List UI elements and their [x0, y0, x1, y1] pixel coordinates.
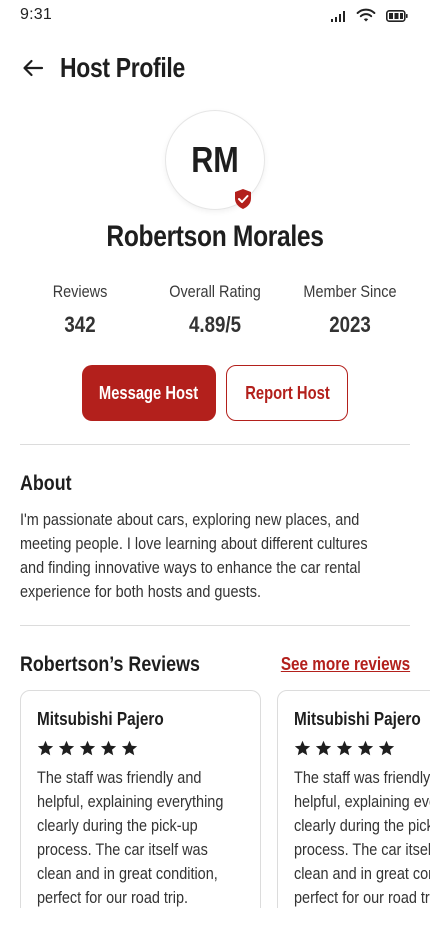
report-host-label: Report Host [244, 382, 330, 403]
avatar-initials: RM [191, 139, 239, 180]
star-icon [121, 740, 138, 756]
message-host-button[interactable]: Message Host [82, 365, 216, 421]
review-rating [37, 740, 244, 756]
host-name: Robertson Morales [106, 220, 324, 253]
host-stats: Reviews 342 Overall Rating 4.89/5 Member… [0, 282, 430, 342]
stat-label: Reviews [52, 282, 108, 301]
about-text: I'm passionate about cars, exploring new… [20, 510, 368, 601]
stat-value: 2023 [329, 312, 371, 337]
wifi-icon [356, 8, 376, 22]
divider [20, 625, 410, 626]
message-host-label: Message Host [99, 382, 199, 403]
review-rating [294, 740, 430, 756]
review-text: The staff was friendly and helpful, expl… [294, 768, 430, 907]
see-more-reviews-link[interactable]: See more reviews [281, 654, 410, 675]
reviews-title: Robertson’s Reviews [20, 653, 200, 676]
star-icon [79, 740, 96, 756]
star-icon [294, 740, 311, 756]
stat-overall-rating: Overall Rating 4.89/5 [150, 282, 280, 338]
divider [20, 444, 410, 445]
report-host-button[interactable]: Report Host [226, 365, 348, 421]
review-text: The staff was friendly and helpful, expl… [37, 768, 224, 907]
stat-member-since: Member Since 2023 [285, 282, 415, 338]
star-icon [357, 740, 374, 756]
star-icon [58, 740, 75, 756]
host-avatar-wrap: RM [165, 110, 265, 210]
page-title: Host Profile [60, 52, 185, 83]
header: Host Profile [20, 48, 410, 88]
stat-reviews: Reviews 342 [15, 282, 145, 338]
status-bar: 9:31 [0, 0, 430, 34]
reviews-carousel[interactable]: Mitsubishi Pajero The staff was friendly… [0, 690, 430, 908]
battery-icon [386, 9, 408, 22]
stat-label: Member Since [303, 282, 397, 301]
star-icon [37, 740, 54, 756]
stat-value: 342 [64, 312, 96, 337]
star-icon [378, 740, 395, 756]
about-title: About [20, 472, 72, 495]
status-time: 9:31 [20, 6, 52, 23]
review-card[interactable]: Mitsubishi Pajero The staff was friendly… [20, 690, 261, 908]
stat-label: Overall Rating [169, 282, 261, 301]
stat-value: 4.89/5 [188, 312, 241, 337]
star-icon [336, 740, 353, 756]
review-card[interactable]: Mitsubishi Pajero The staff was friendly… [277, 690, 430, 908]
review-car-name: Mitsubishi Pajero [37, 709, 164, 729]
shield-check-icon [235, 189, 251, 209]
back-button[interactable] [20, 55, 46, 81]
status-icons [330, 8, 408, 23]
arrow-left-icon [23, 59, 44, 77]
review-car-name: Mitsubishi Pajero [294, 709, 421, 729]
star-icon [315, 740, 332, 756]
signal-icon [331, 10, 345, 22]
star-icon [100, 740, 117, 756]
